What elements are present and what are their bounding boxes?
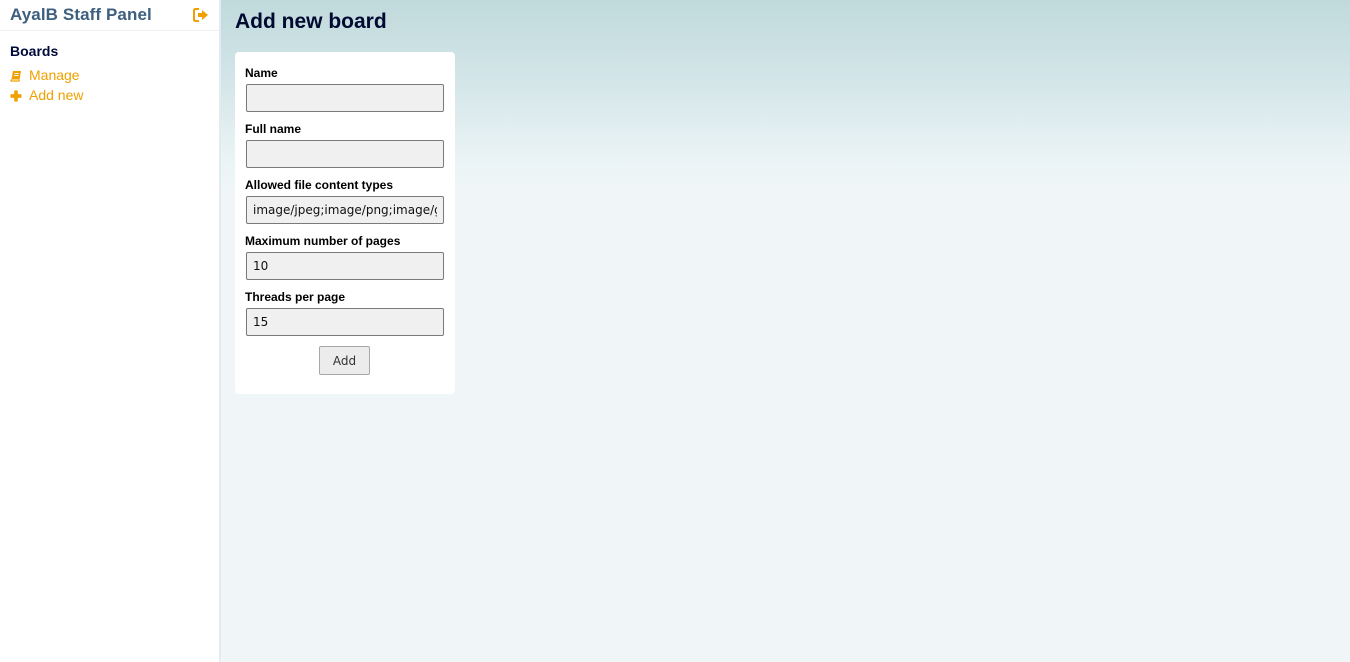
threads-per-page-input[interactable] bbox=[246, 308, 444, 336]
sidebar-item-manage[interactable]: Manage bbox=[10, 65, 209, 85]
full-name-input[interactable] bbox=[246, 140, 444, 168]
add-button[interactable]: Add bbox=[319, 346, 370, 375]
sidebar-item-add-new[interactable]: Add new bbox=[10, 85, 209, 105]
nav-heading-boards: Boards bbox=[10, 43, 59, 59]
content-types-label: Allowed file content types bbox=[245, 178, 394, 192]
sidebar-header: AyalB Staff Panel bbox=[0, 0, 219, 31]
add-board-form: Name Full name Allowed file content type… bbox=[235, 52, 455, 394]
full-name-label: Full name bbox=[245, 122, 302, 136]
sidebar: AyalB Staff Panel Boards Manage Add new bbox=[0, 0, 220, 662]
plus-icon bbox=[10, 89, 22, 102]
sign-out-icon[interactable] bbox=[193, 8, 209, 22]
main-content: Add new board Name Full name Allowed fil… bbox=[221, 0, 1350, 662]
content-types-input[interactable] bbox=[246, 196, 444, 224]
sidebar-item-label: Add new bbox=[29, 87, 84, 103]
app-title: AyalB Staff Panel bbox=[10, 5, 152, 24]
page-title: Add new board bbox=[235, 10, 387, 33]
boards-nav: Boards Manage Add new bbox=[0, 31, 219, 105]
sidebar-item-label: Manage bbox=[29, 67, 80, 83]
submit-row: Add bbox=[245, 346, 444, 375]
book-icon bbox=[10, 69, 22, 82]
max-pages-input[interactable] bbox=[246, 252, 444, 280]
threads-per-page-label: Threads per page bbox=[245, 290, 346, 304]
max-pages-label: Maximum number of pages bbox=[245, 234, 401, 248]
name-input[interactable] bbox=[246, 84, 444, 112]
name-label: Name bbox=[245, 66, 278, 80]
